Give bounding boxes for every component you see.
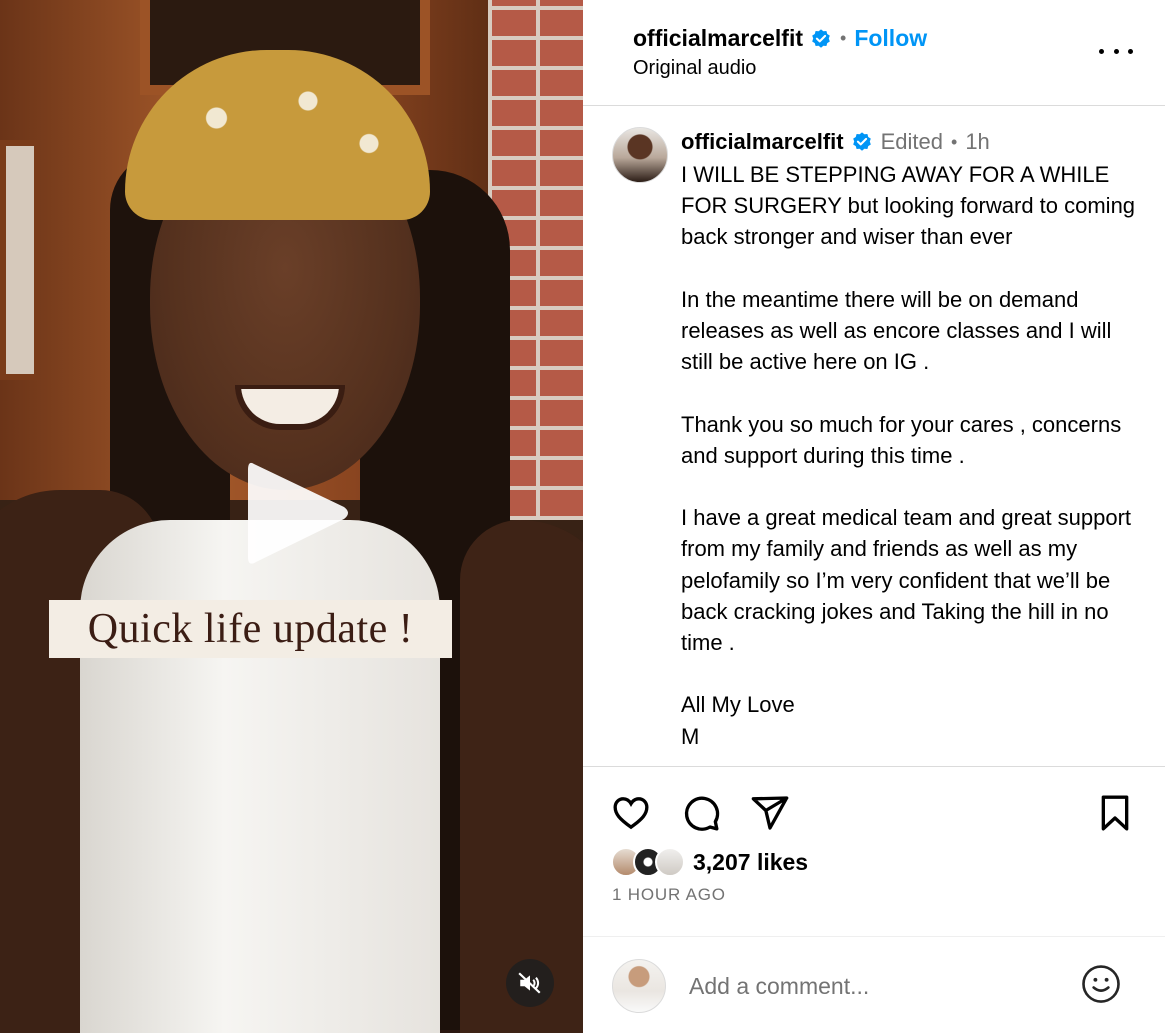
caption-header: officialmarcelfit Edited • 1h — [681, 129, 990, 155]
muted-speaker-icon — [518, 972, 541, 994]
shoulder-right — [460, 520, 583, 1033]
liker-avatar — [655, 847, 685, 877]
header-separator: • — [840, 28, 847, 48]
follow-button[interactable]: Follow — [854, 25, 927, 52]
header-user-row: officialmarcelfit • Follow — [633, 25, 927, 52]
likes-row[interactable]: 3,207 likes — [611, 847, 808, 877]
avatar — [612, 959, 666, 1013]
post-side-panel: officialmarcelfit • Follow Original audi… — [583, 0, 1170, 1033]
mute-button[interactable] — [506, 959, 554, 1007]
door-glass — [0, 140, 40, 380]
verified-badge-icon — [852, 132, 871, 151]
heart-icon[interactable] — [611, 793, 651, 833]
smiley-icon[interactable] — [1080, 963, 1122, 1005]
caption-time: 1h — [965, 129, 990, 154]
caption-username[interactable]: officialmarcelfit — [681, 129, 844, 155]
post-viewer: Quick life update ! officialmarcelfit • … — [0, 0, 1170, 1033]
comment-bubble-icon[interactable] — [681, 793, 721, 833]
post-timestamp: 1 HOUR AGO — [612, 885, 726, 904]
caption-section: officialmarcelfit Edited • 1h I WILL BE … — [583, 107, 1165, 765]
verified-badge-icon — [812, 28, 830, 48]
audio-link[interactable]: Original audio — [633, 57, 756, 80]
white-top — [80, 520, 440, 1033]
likes-count[interactable]: 3,207 likes — [693, 849, 808, 876]
reel-video[interactable]: Quick life update ! — [0, 0, 583, 1033]
action-bar: 3,207 likes 1 HOUR AGO — [583, 766, 1165, 936]
post-header: officialmarcelfit • Follow Original audi… — [583, 0, 1165, 106]
edited-label: Edited — [880, 129, 943, 154]
comment-bar — [583, 936, 1165, 1033]
video-caption-overlay: Quick life update ! — [49, 600, 452, 658]
paper-plane-icon[interactable] — [750, 793, 790, 833]
caption-separator: • — [951, 131, 958, 152]
bookmark-icon[interactable] — [1095, 793, 1135, 833]
avatar[interactable] — [612, 127, 668, 183]
more-options-icon[interactable] — [1099, 36, 1133, 66]
play-icon[interactable] — [244, 456, 354, 571]
video-caption-text: Quick life update ! — [87, 606, 414, 652]
header-username[interactable]: officialmarcelfit — [633, 25, 803, 52]
caption-text: I WILL BE STEPPING AWAY FOR A WHILE FOR … — [681, 162, 1136, 749]
comment-input[interactable] — [689, 969, 1049, 1003]
